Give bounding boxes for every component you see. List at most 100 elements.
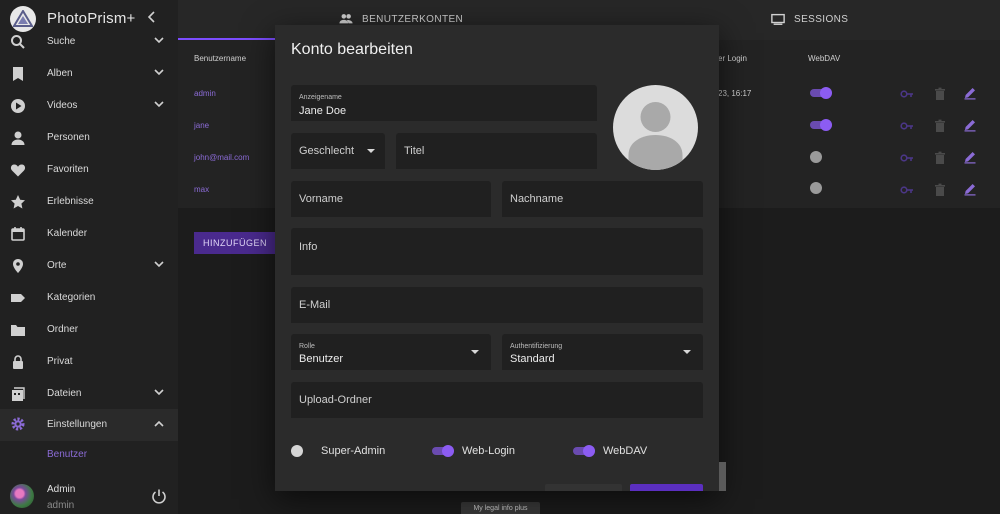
table-row-last-login: 23, 16:17 <box>718 89 752 98</box>
field-placeholder: Nachname <box>510 193 564 205</box>
webdav-dialog-toggle[interactable] <box>573 445 595 457</box>
field-value: Benutzer <box>299 353 344 365</box>
webdav-toggle[interactable] <box>810 87 832 99</box>
webdav-toggle[interactable] <box>810 151 832 163</box>
field-value: Standard <box>510 353 555 365</box>
key-icon[interactable] <box>900 87 914 101</box>
sidebar-item-dateien[interactable]: Dateien <box>0 380 178 410</box>
sidebar-item-erlebnisse[interactable]: Erlebnisse <box>0 188 178 218</box>
table-row-username[interactable]: john@mail.com <box>194 153 249 162</box>
sidebar-item-videos[interactable]: Videos <box>0 92 178 122</box>
title-field[interactable]: Titel <box>396 133 597 169</box>
search-icon <box>11 35 25 49</box>
sidebar-item-kategorien[interactable]: Kategorien <box>0 284 178 314</box>
sidebar-item-einstellungen[interactable]: Einstellungen <box>0 409 178 441</box>
sidebar-item-label: Favoriten <box>47 164 89 175</box>
gender-select[interactable]: Geschlecht <box>291 133 385 169</box>
chevron-down-icon <box>154 69 164 76</box>
display-name-field[interactable]: Anzeigename Jane Doe <box>291 85 597 121</box>
email-field[interactable]: E-Mail <box>291 287 703 323</box>
sidebar-item-alben[interactable]: Alben <box>0 60 178 90</box>
edit-account-dialog: Konto bearbeiten Anzeigename Jane Doe Ge… <box>275 25 719 491</box>
cancel-button[interactable] <box>545 484 622 491</box>
brand-name: PhotoPrism+ <box>47 10 136 27</box>
chevron-down-icon <box>154 389 164 396</box>
key-icon[interactable] <box>900 151 914 165</box>
sidebar-subitem-label: Benutzer <box>47 449 88 460</box>
bookmark-icon <box>13 67 23 81</box>
sidebar-item-suche[interactable]: Suche <box>0 28 178 58</box>
switch-label: Super-Admin <box>321 445 386 457</box>
role-select[interactable]: Rolle Benutzer <box>291 334 491 370</box>
sidebar-item-label: Kalender <box>47 228 88 239</box>
heart-icon <box>10 164 26 177</box>
add-user-button[interactable]: HINZUFÜGEN <box>194 232 276 254</box>
field-value: Jane Doe <box>299 105 347 117</box>
field-placeholder: Geschlecht <box>299 145 355 157</box>
sidebar-item-label: Privat <box>47 356 73 367</box>
chevron-up-icon <box>154 420 164 427</box>
user-name: Admin <box>47 484 76 495</box>
pencil-icon[interactable] <box>963 86 977 100</box>
switch-label: WebDAV <box>603 445 648 457</box>
key-icon[interactable] <box>900 183 914 197</box>
web-login-switch[interactable]: Web-Login <box>432 441 542 461</box>
table-row-username[interactable]: max <box>194 185 209 194</box>
chevron-left-icon[interactable] <box>146 10 160 26</box>
save-button[interactable] <box>630 484 703 491</box>
last-name-field[interactable]: Nachname <box>502 181 703 217</box>
profile-avatar-placeholder[interactable] <box>613 85 698 170</box>
column-header-webdav: WebDAV <box>808 54 841 63</box>
sidebar-item-ordner[interactable]: Ordner <box>0 316 178 346</box>
webdav-switch[interactable]: WebDAV <box>573 441 673 461</box>
table-row-username[interactable]: jane <box>194 121 209 130</box>
super-admin-toggle[interactable] <box>291 445 313 457</box>
trash-icon[interactable] <box>933 151 947 165</box>
tab-sessions[interactable]: SESSIONS <box>753 0 873 40</box>
pencil-icon[interactable] <box>963 150 977 164</box>
user-login: admin <box>47 500 75 511</box>
star-icon <box>11 195 25 209</box>
key-icon[interactable] <box>900 119 914 133</box>
chevron-down-icon <box>154 37 164 44</box>
sidebar-item-label: Orte <box>47 260 67 271</box>
sidebar-item-benutzer[interactable]: Benutzer <box>0 441 178 471</box>
web-login-toggle[interactable] <box>432 445 454 457</box>
pencil-icon[interactable] <box>963 118 977 132</box>
user-profile[interactable]: Admin admin <box>0 476 178 514</box>
sidebar-item-kalender[interactable]: Kalender <box>0 220 178 250</box>
table-row-username[interactable]: admin <box>194 89 216 98</box>
upload-folder-field[interactable]: Upload-Ordner <box>291 382 703 418</box>
gear-icon <box>11 417 25 431</box>
trash-icon[interactable] <box>933 183 947 197</box>
power-icon[interactable] <box>151 488 167 504</box>
sidebar-item-label: Personen <box>47 132 90 143</box>
trash-icon[interactable] <box>933 87 947 101</box>
tab-label: SESSIONS <box>794 14 849 25</box>
webdav-toggle[interactable] <box>810 182 832 194</box>
sidebar-item-privat[interactable]: Privat <box>0 348 178 378</box>
sidebar-item-label: Einstellungen <box>47 419 108 430</box>
sidebar-item-favoriten[interactable]: Favoriten <box>0 156 178 186</box>
sidebar-item-label: Ordner <box>47 324 79 335</box>
authentication-select[interactable]: Authentifizierung Standard <box>502 334 703 370</box>
label-icon <box>11 294 25 302</box>
sidebar-item-personen[interactable]: Personen <box>0 124 178 154</box>
scrollbar-thumb[interactable] <box>719 462 726 491</box>
dropdown-caret-icon <box>471 350 479 354</box>
pencil-icon[interactable] <box>963 182 977 196</box>
tab-label: BENUTZERKONTEN <box>362 14 464 25</box>
switch-label: Web-Login <box>462 445 515 457</box>
dropdown-caret-icon <box>683 350 691 354</box>
field-placeholder: Vorname <box>299 193 344 205</box>
trash-icon[interactable] <box>933 119 947 133</box>
sidebar-item-label: Suche <box>47 36 76 47</box>
dropdown-caret-icon <box>367 149 375 153</box>
info-field[interactable]: Info <box>291 228 703 275</box>
webdav-toggle[interactable] <box>810 119 832 131</box>
legal-info[interactable]: My legal info plus <box>461 502 540 514</box>
super-admin-switch[interactable]: Super-Admin <box>291 441 411 461</box>
sidebar-item-orte[interactable]: Orte <box>0 252 178 282</box>
first-name-field[interactable]: Vorname <box>291 181 491 217</box>
sidebar-item-label: Videos <box>47 100 78 111</box>
